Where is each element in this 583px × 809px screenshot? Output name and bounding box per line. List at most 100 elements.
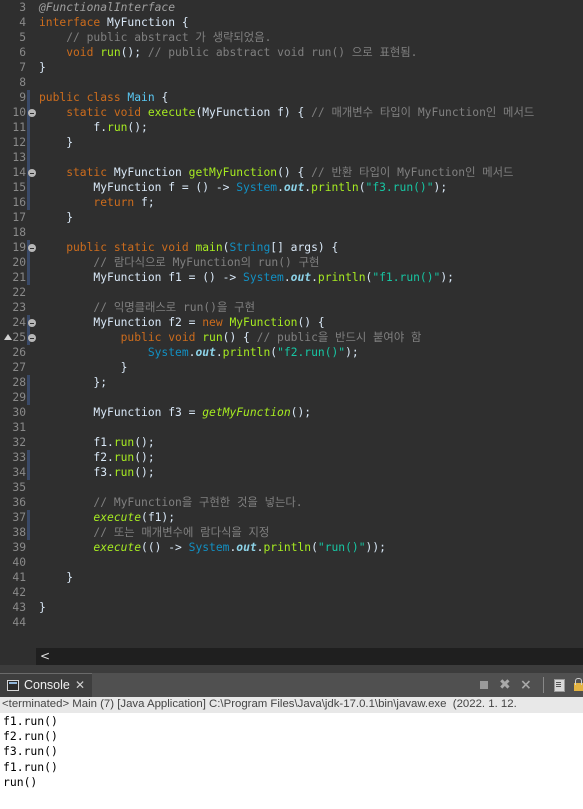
code-token: { xyxy=(154,91,169,104)
code-text: f2.run(); xyxy=(39,450,155,465)
panel-divider[interactable] xyxy=(0,665,583,673)
code-line[interactable]: 30 MyFunction f3 = getMyFunction(); xyxy=(0,405,583,420)
code-line[interactable]: 33 f2.run(); xyxy=(0,450,583,465)
code-line[interactable]: 20 // 람다식으로 MyFunction의 run() 구현 xyxy=(0,255,583,270)
code-token: main xyxy=(195,241,223,254)
pin-console-icon[interactable] xyxy=(553,678,567,692)
code-token: public static void xyxy=(39,241,196,254)
toolbar-separator xyxy=(543,677,544,693)
code-token: println xyxy=(222,346,271,359)
code-token: out xyxy=(195,346,216,359)
console-icon xyxy=(7,680,19,691)
collapse-fold-icon[interactable] xyxy=(28,109,36,117)
scroll-left-arrow-icon[interactable]: < xyxy=(40,648,50,665)
collapse-fold-icon[interactable] xyxy=(28,334,36,342)
code-token: () { xyxy=(222,331,257,344)
code-token: } xyxy=(39,361,128,374)
code-text: return f; xyxy=(39,195,154,210)
code-token: println xyxy=(317,271,366,284)
code-line[interactable]: 9 public class Main { xyxy=(0,90,583,105)
code-line[interactable]: 16 return f; xyxy=(0,195,583,210)
close-icon[interactable]: ✕ xyxy=(75,674,85,697)
code-token: MyFunction f1 = () -> xyxy=(39,271,244,284)
code-line[interactable]: 38 // 또는 매개변수에 람다식을 지정 xyxy=(0,525,583,540)
code-line[interactable]: 8 xyxy=(0,75,583,90)
override-marker-icon xyxy=(4,334,12,340)
code-line[interactable]: 41 } xyxy=(0,570,583,585)
code-token: run xyxy=(113,466,135,479)
code-line[interactable]: 31 xyxy=(0,420,583,435)
code-text: MyFunction f1 = () -> System.out.println… xyxy=(39,270,454,285)
line-number: 41 xyxy=(12,571,26,584)
code-token: System xyxy=(188,541,230,554)
console-process-label: <terminated> Main (7) [Java Application]… xyxy=(0,697,583,713)
code-text: execute(f1); xyxy=(39,510,175,525)
code-line[interactable]: 19 public static void main(String[] args… xyxy=(0,240,583,255)
code-line[interactable]: 42 xyxy=(0,585,583,600)
code-text: public class Main { xyxy=(39,90,168,105)
line-number: 9 xyxy=(19,91,26,104)
code-line[interactable]: 44 xyxy=(0,615,583,630)
code-line[interactable]: 28 }; xyxy=(0,375,583,390)
code-line[interactable]: 3 @FunctionalInterface xyxy=(0,0,583,15)
code-token: . xyxy=(277,181,284,194)
code-text: System.out.println("f2.run()"); xyxy=(39,345,359,360)
remove-all-terminated-icon[interactable]: ⨯ xyxy=(520,678,534,692)
remove-launch-icon[interactable]: ✖ xyxy=(499,678,513,692)
line-number: 43 xyxy=(12,601,26,614)
line-number: 34 xyxy=(12,466,26,479)
code-line[interactable]: 7} xyxy=(0,60,583,75)
code-line[interactable]: 4 interface MyFunction { xyxy=(0,15,583,30)
code-line[interactable]: 29 xyxy=(0,390,583,405)
console-output[interactable]: f1.run() f2.run() f3.run() f1.run() run(… xyxy=(0,713,583,809)
code-line[interactable]: 23 // 익명클래스로 run()을 구현 xyxy=(0,300,583,315)
code-line[interactable]: 6 void run(); // public abstract void ru… xyxy=(0,45,583,60)
code-line[interactable]: 26 System.out.println("f2.run()"); xyxy=(0,345,583,360)
tab-console[interactable]: Console ✕ xyxy=(0,673,92,697)
code-line[interactable]: 18 xyxy=(0,225,583,240)
code-line[interactable]: 17 } xyxy=(0,210,583,225)
code-token: // 반환 타입이 MyFunction인 메서드 xyxy=(311,166,514,179)
code-line[interactable]: 34 f3.run(); xyxy=(0,465,583,480)
code-line[interactable]: 39 execute(() -> System.out.println("run… xyxy=(0,540,583,555)
code-line[interactable]: 32 f1.run(); xyxy=(0,435,583,450)
scroll-lock-icon[interactable] xyxy=(574,678,583,692)
code-token: execute xyxy=(39,511,142,524)
line-number: 7 xyxy=(19,61,26,74)
code-text: MyFunction f = () -> System.out.println(… xyxy=(39,180,447,195)
code-line[interactable]: 25 public void run() { // public을 반드시 붙여… xyxy=(0,330,583,345)
line-number: 37 xyxy=(12,511,26,524)
code-token: (); xyxy=(134,451,155,464)
code-token: (); xyxy=(120,46,148,59)
collapse-fold-icon[interactable] xyxy=(28,169,36,177)
code-line[interactable]: 22 xyxy=(0,285,583,300)
line-number: 36 xyxy=(12,496,26,509)
code-line[interactable]: 27 } xyxy=(0,360,583,375)
code-line[interactable]: 24 MyFunction f2 = new MyFunction() { xyxy=(0,315,583,330)
code-token: f xyxy=(277,106,284,119)
code-line[interactable]: 35 xyxy=(0,480,583,495)
code-token: MyFunction f3 = xyxy=(39,406,203,419)
code-line[interactable]: 37 execute(f1); xyxy=(0,510,583,525)
code-line[interactable]: 12 } xyxy=(0,135,583,150)
code-editor[interactable]: 3 @FunctionalInterface 4 interface MyFuncti… xyxy=(0,0,583,648)
code-line[interactable]: 43} xyxy=(0,600,583,615)
code-token: getMyFunction xyxy=(188,166,278,179)
code-line[interactable]: 21 MyFunction f1 = () -> System.out.prin… xyxy=(0,270,583,285)
line-number: 15 xyxy=(12,181,26,194)
code-line[interactable]: 14 static MyFunction getMyFunction() { /… xyxy=(0,165,583,180)
code-line[interactable]: 10 static void execute(MyFunction f) { /… xyxy=(0,105,583,120)
collapse-fold-icon[interactable] xyxy=(28,319,36,327)
code-line[interactable]: 5 // public abstract 가 생략되었음. xyxy=(0,30,583,45)
code-line[interactable]: 11 f.run(); xyxy=(0,120,583,135)
horizontal-scrollbar[interactable]: < xyxy=(36,648,583,665)
code-token: static xyxy=(39,166,114,179)
code-text: // public abstract 가 생략되었음. xyxy=(39,30,271,45)
terminate-icon[interactable] xyxy=(477,678,491,692)
code-line[interactable]: 36 // MyFunction을 구현한 것을 넣는다. xyxy=(0,495,583,510)
collapse-fold-icon[interactable] xyxy=(28,244,36,252)
code-line[interactable]: 40 xyxy=(0,555,583,570)
code-line[interactable]: 13 xyxy=(0,150,583,165)
code-line[interactable]: 15 MyFunction f = () -> System.out.print… xyxy=(0,180,583,195)
code-token: (); xyxy=(290,406,312,419)
